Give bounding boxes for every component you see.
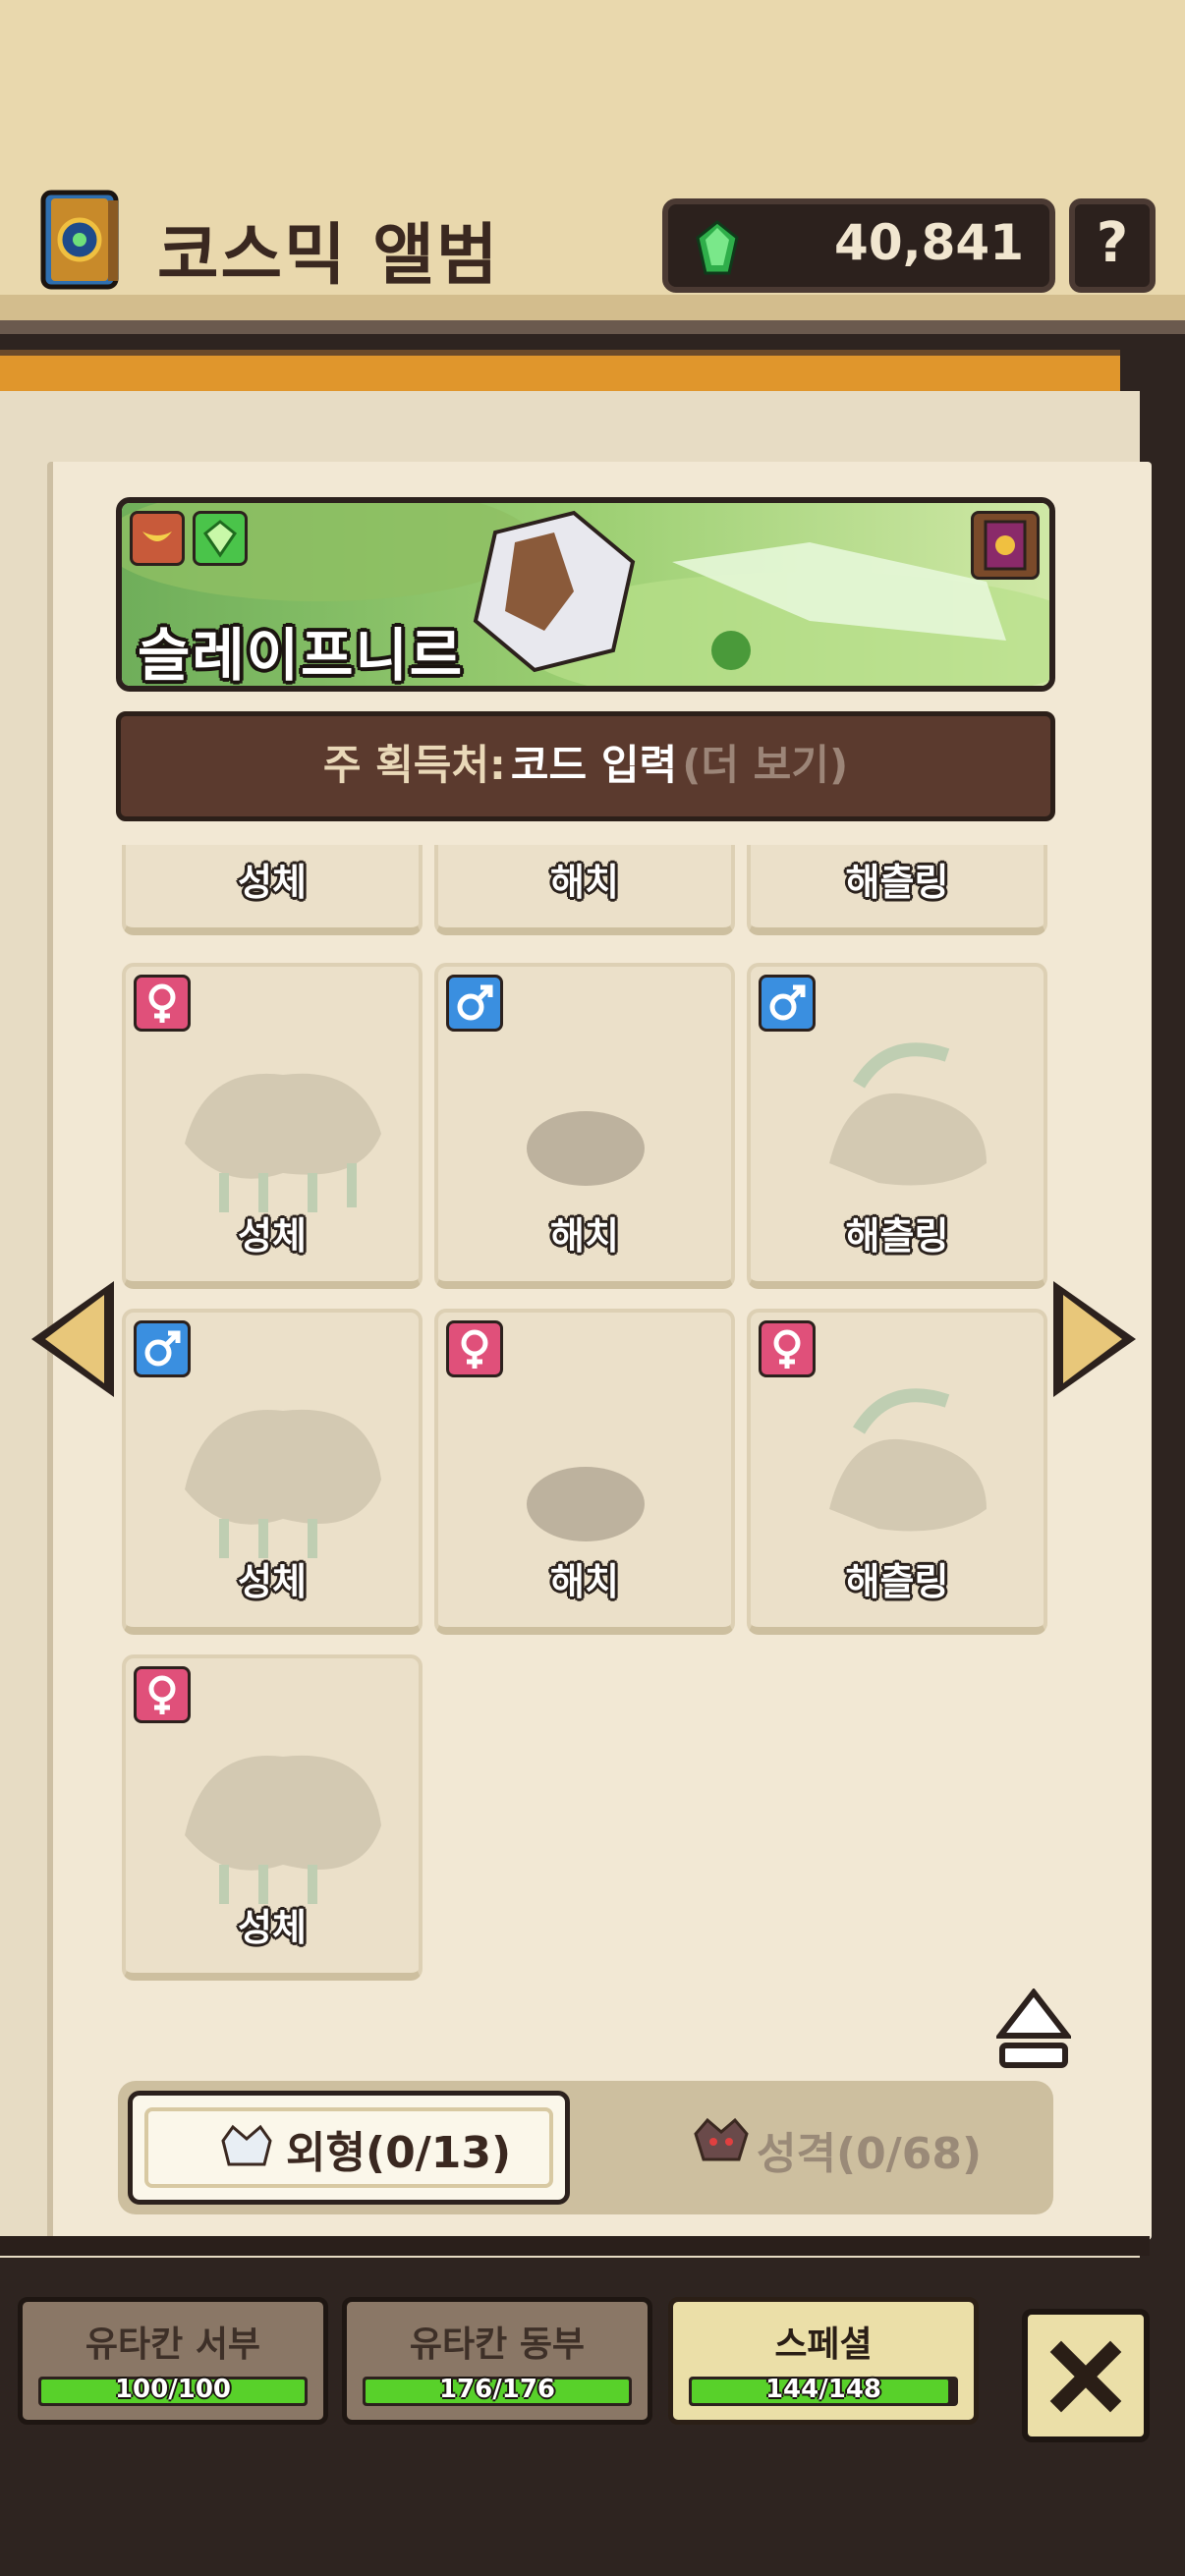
appearance-card[interactable]: 해츨링	[747, 1309, 1047, 1635]
currency-display: 40,841	[662, 198, 1055, 293]
female-icon	[134, 1666, 191, 1723]
creature-silhouette	[829, 1042, 987, 1186]
female-icon	[134, 975, 191, 1032]
region-label: 스페셜	[774, 2324, 873, 2365]
progress-text: 144/148	[764, 2375, 882, 2404]
card-label: 해츨링	[845, 861, 949, 904]
appearance-card[interactable]: 해치	[434, 1309, 735, 1635]
card-label: 성체	[238, 1560, 307, 1603]
eject-icon[interactable]	[993, 1988, 1074, 2075]
gem-tag-icon	[193, 511, 248, 566]
appearance-card[interactable]: 해츨링	[747, 845, 1047, 935]
arrow-right-icon[interactable]	[1047, 1275, 1142, 1407]
region-button-utakan-east[interactable]: 유타칸 동부 176/176	[342, 2297, 652, 2425]
help-button[interactable]: ?	[1069, 198, 1156, 293]
progress-bar: 176/176	[363, 2375, 632, 2406]
close-button[interactable]	[1022, 2309, 1150, 2442]
creature-silhouette	[829, 1388, 987, 1532]
progress-bar: 100/100	[38, 2375, 308, 2406]
book-bottom-edge	[0, 2236, 1150, 2256]
arrow-left-icon[interactable]	[26, 1275, 120, 1407]
creature-silhouette	[527, 1111, 645, 1186]
progress-bar: 144/148	[689, 2375, 958, 2406]
book-edge	[0, 350, 1120, 391]
appearance-grid: 성체 해치 해츨링 성체 해치 해츨링 성체 해치 해츨링 성체	[116, 845, 1059, 1994]
card-label: 해츨링	[845, 1214, 949, 1258]
collection-book-icon[interactable]	[971, 511, 1040, 580]
appearance-card[interactable]: 해치	[434, 963, 735, 1289]
album-book-icon	[39, 189, 124, 295]
source-label: 주 획득처:	[322, 741, 506, 789]
progress-text: 176/176	[438, 2375, 556, 2404]
currency-value: 40,841	[834, 214, 1024, 271]
creature-silhouette	[185, 1755, 381, 1904]
card-label: 해치	[550, 1560, 619, 1603]
male-icon	[134, 1320, 191, 1377]
acquisition-source-bar[interactable]: 주 획득처: 코드 입력 (더 보기)	[116, 711, 1055, 821]
tab-appearance[interactable]: 외형(0/13)	[128, 2091, 570, 2205]
female-icon	[759, 1320, 816, 1377]
card-label: 성체	[238, 861, 307, 904]
tab-appearance-label: 외형(0/13)	[286, 2128, 512, 2178]
header-stripe	[0, 295, 1185, 320]
male-icon	[446, 975, 503, 1032]
region-button-utakan-west[interactable]: 유타칸 서부 100/100	[18, 2297, 328, 2425]
creature-banner: 슬레이프니르	[116, 497, 1055, 692]
appearance-mask-icon	[219, 2121, 274, 2176]
crystal-icon	[690, 220, 745, 279]
appearance-card[interactable]: 성체	[122, 845, 423, 935]
card-label: 해치	[550, 1214, 619, 1258]
region-label: 유타칸 서부	[85, 2324, 261, 2365]
header-divider	[0, 320, 1185, 334]
tab-personality[interactable]: 성격(0/68)	[757, 2118, 982, 2181]
card-label: 성체	[238, 1906, 307, 1949]
creature-silhouette	[185, 1073, 381, 1212]
appearance-card[interactable]: 해츨링	[747, 963, 1047, 1289]
region-button-special[interactable]: 스페셜 144/148	[668, 2297, 979, 2425]
card-label: 해치	[550, 861, 619, 904]
progress-text: 100/100	[114, 2375, 232, 2404]
wing-tag-icon	[130, 511, 185, 566]
card-label: 성체	[238, 1214, 307, 1258]
creature-silhouette	[185, 1409, 381, 1558]
creature-name: 슬레이프니르	[138, 622, 465, 689]
appearance-card[interactable]: 성체	[122, 1654, 423, 1981]
appearance-card[interactable]: 해치	[434, 845, 735, 935]
page-title: 코스믹 앨범	[157, 217, 500, 295]
appearance-card[interactable]: 성체	[122, 1309, 423, 1635]
close-icon	[1049, 2340, 1122, 2413]
region-label: 유타칸 동부	[409, 2324, 586, 2365]
card-label: 해츨링	[845, 1560, 949, 1603]
male-icon	[759, 975, 816, 1032]
creature-silhouette	[527, 1467, 645, 1541]
appearance-card[interactable]: 성체	[122, 963, 423, 1289]
source-more-link[interactable]: (더 보기)	[682, 741, 848, 789]
personality-mask-icon	[692, 2114, 751, 2171]
source-value: 코드 입력	[510, 741, 678, 789]
female-icon	[446, 1320, 503, 1377]
